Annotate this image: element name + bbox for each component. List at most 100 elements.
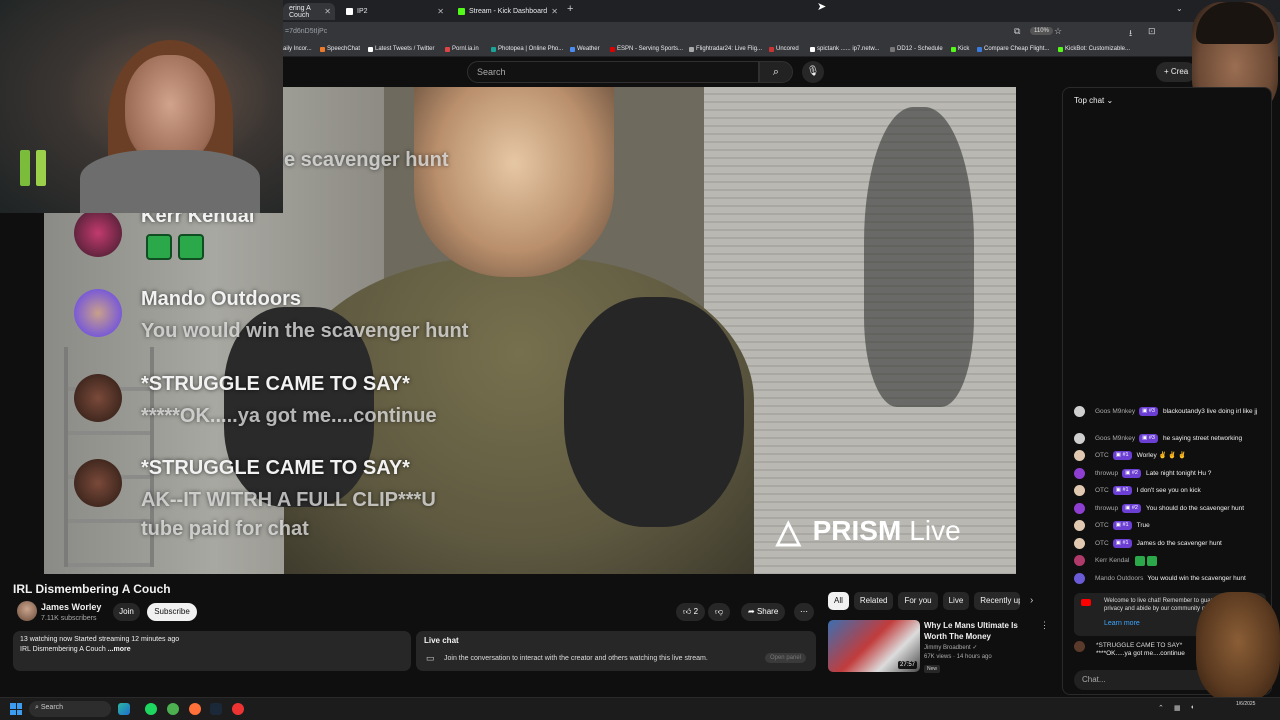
- close-tab-icon[interactable]: ✕: [551, 7, 558, 16]
- chat-avatar[interactable]: [1074, 503, 1085, 514]
- chat-avatar[interactable]: [1074, 468, 1085, 479]
- tab-search-icon[interactable]: ⌄: [1176, 4, 1183, 13]
- start-button-icon[interactable]: [10, 703, 22, 715]
- chat-author[interactable]: Kerr Kendal: [1095, 556, 1129, 565]
- xbox-icon[interactable]: [167, 703, 179, 715]
- bookmark-favicon-icon: [689, 46, 694, 52]
- steam-icon[interactable]: [210, 703, 222, 715]
- chat-author[interactable]: OTC: [1095, 486, 1109, 495]
- chip-all[interactable]: All: [828, 592, 849, 610]
- chat-message: OTC ▣ #1 James do the scavenger hunt: [1074, 538, 1266, 549]
- bookmark-item[interactable]: spictank ...... ip7.netw...: [810, 46, 879, 52]
- bookmark-item[interactable]: aily Incor...: [283, 46, 312, 52]
- recommended-video-channel[interactable]: Jimmy Broadbent ✓: [924, 644, 977, 651]
- chat-author[interactable]: OTC: [1095, 521, 1109, 530]
- bookmark-item[interactable]: ESPN - Serving Sports...: [610, 46, 683, 52]
- chat-author[interactable]: throwup: [1095, 504, 1118, 513]
- more-actions-button[interactable]: ⋯: [794, 603, 814, 621]
- bookmark-star-icon[interactable]: ☆: [1054, 26, 1062, 37]
- chevron-right-icon[interactable]: ›: [1030, 595, 1033, 606]
- chat-text: Late night tonight Hu ?: [1145, 470, 1212, 477]
- live-chat-description: Join the conversation to interact with t…: [444, 655, 708, 662]
- chat-author[interactable]: Goos M9nkey: [1095, 407, 1135, 416]
- bookmark-item[interactable]: Weather: [570, 46, 600, 52]
- taskbar-clock[interactable]: 1/6/2025: [1236, 700, 1255, 708]
- obs-icon[interactable]: [232, 703, 244, 715]
- chat-header-label: Top chat: [1074, 96, 1105, 105]
- chat-author[interactable]: Mando Outdoors: [1095, 574, 1143, 583]
- chip-recently-uploaded[interactable]: Recently up: [974, 592, 1021, 610]
- chip-for-you[interactable]: For you: [898, 592, 938, 610]
- bookmark-item[interactable]: KickBot: Customizable...: [1058, 46, 1130, 52]
- chip-related[interactable]: Related: [853, 592, 894, 610]
- bookmark-item[interactable]: Flightradar24: Live Flig...: [689, 46, 762, 52]
- search-icon[interactable]: ⌕: [759, 61, 793, 83]
- chat-avatar[interactable]: [1074, 555, 1085, 566]
- bookmark-item[interactable]: Latest Tweets / Twitter: [368, 46, 434, 52]
- bookmark-label: Weather: [577, 46, 600, 52]
- share-icon: ➦: [748, 607, 755, 616]
- bookmark-item[interactable]: Kick: [951, 46, 969, 52]
- like-button[interactable]: 👍︎ 2: [676, 603, 706, 621]
- chat-avatar[interactable]: [1074, 485, 1085, 496]
- chat-avatar[interactable]: [1074, 406, 1085, 417]
- firefox-icon[interactable]: [189, 703, 201, 715]
- tab-ip2[interactable]: IP2 ✕: [340, 3, 448, 20]
- x-favicon-icon: [368, 46, 373, 52]
- bookmark-item[interactable]: Uncored: [769, 46, 799, 52]
- taskbar-app-icon[interactable]: [118, 703, 130, 715]
- chat-author[interactable]: OTC: [1095, 451, 1109, 460]
- new-tab-icon[interactable]: +: [567, 3, 573, 15]
- chat-author[interactable]: throwup: [1095, 469, 1118, 478]
- live-chat-title: Live chat: [424, 636, 459, 645]
- webcam-face: [125, 55, 215, 165]
- chat-avatar[interactable]: [1074, 641, 1085, 652]
- show-more-link[interactable]: ...more: [108, 646, 131, 653]
- recommended-video-thumbnail[interactable]: 27:57: [828, 620, 920, 672]
- extension-icon[interactable]: ⊡: [1148, 26, 1156, 37]
- zoom-indicator[interactable]: 110%: [1030, 27, 1053, 35]
- share-button[interactable]: ➦ Share: [741, 603, 786, 621]
- close-tab-icon[interactable]: ✕: [437, 7, 444, 16]
- url-text[interactable]: =7d6nD5tIjPc: [285, 28, 327, 35]
- chat-text: James do the scavenger hunt: [1136, 540, 1222, 547]
- chat-avatar[interactable]: [1074, 538, 1085, 549]
- chip-live[interactable]: Live: [942, 592, 970, 610]
- description-box[interactable]: 13 watching now Started streaming 12 min…: [13, 631, 411, 671]
- bookmark-item[interactable]: Compare Cheap Flight...: [977, 46, 1049, 52]
- network-icon[interactable]: ▦: [1174, 704, 1181, 712]
- create-button[interactable]: + Crea: [1156, 62, 1197, 82]
- chat-avatar[interactable]: [1074, 450, 1085, 461]
- download-icon[interactable]: ⭳: [1129, 26, 1132, 42]
- chat-author[interactable]: OTC: [1095, 539, 1109, 548]
- dislike-button[interactable]: 👎︎: [708, 603, 731, 621]
- install-app-icon[interactable]: ⧉: [1014, 26, 1020, 37]
- join-button[interactable]: Join: [113, 603, 140, 621]
- chat-author[interactable]: Goos M9nkey: [1095, 434, 1135, 443]
- open-panel-button[interactable]: Open panel: [764, 653, 806, 663]
- taskbar-search[interactable]: ⌕ Search: [29, 701, 111, 717]
- tray-chevron-up-icon[interactable]: ⌃: [1158, 704, 1164, 712]
- bookmark-item[interactable]: Photopea | Online Pho...: [491, 46, 563, 52]
- kebab-menu-icon[interactable]: ⋮: [1040, 620, 1049, 631]
- bookmark-item[interactable]: DD12 - Schedule: [890, 46, 943, 52]
- volume-icon[interactable]: ◖: [1190, 704, 1194, 711]
- channel-avatar[interactable]: [17, 601, 37, 621]
- bookmark-item[interactable]: Pornl.ia.in: [445, 46, 479, 52]
- chat-avatar[interactable]: [1074, 573, 1085, 584]
- subscribe-button[interactable]: Subscribe: [147, 603, 197, 621]
- channel-name[interactable]: James Worley: [41, 602, 101, 612]
- microphone-icon[interactable]: 🎙: [802, 61, 824, 83]
- learn-more-link[interactable]: Learn more: [1104, 620, 1140, 627]
- bookmark-item[interactable]: SpeechChat: [320, 46, 360, 52]
- chat-avatar[interactable]: [1074, 433, 1085, 444]
- search-input[interactable]: Search: [467, 61, 759, 83]
- chat-message: OTC ▣ #1 True: [1074, 520, 1266, 531]
- top-chat-dropdown[interactable]: Top chat ⌄: [1074, 96, 1113, 105]
- tab-kick-dashboard[interactable]: Stream - Kick Dashboard ✕: [452, 3, 562, 20]
- chat-avatar[interactable]: [1074, 520, 1085, 531]
- tab-current[interactable]: ering A Couch ✕: [283, 3, 335, 20]
- close-tab-icon[interactable]: ✕: [324, 7, 331, 16]
- spotify-icon[interactable]: [145, 703, 157, 715]
- recommended-video-title[interactable]: Why Le Mans Ultimate Is Worth The Money: [924, 620, 1036, 642]
